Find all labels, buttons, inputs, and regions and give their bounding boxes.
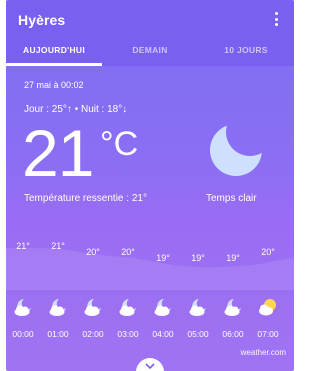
- hour-temperature: 20°: [261, 247, 275, 257]
- weather-card: Hyères AUJOURD'HUI DEMAIN 10 JOURS 27 ma…: [6, 0, 294, 371]
- hour-temperature: 21°: [16, 241, 30, 251]
- hour-time: 07:00: [257, 329, 279, 339]
- moon-cloud-icon: [84, 299, 101, 316]
- moon-cloud-icon: [189, 299, 206, 316]
- hour-time: 01:00: [47, 329, 69, 339]
- hour-time: 03:00: [117, 329, 139, 339]
- hour-time: 02:00: [82, 329, 104, 339]
- feels-like: Température ressentie : 21°: [24, 193, 147, 204]
- hour-time: 00:00: [12, 329, 34, 339]
- hour-temperature: 21°: [51, 241, 65, 251]
- sun-cloud-icon: [259, 299, 276, 316]
- moon-cloud-icon: [119, 299, 136, 316]
- hour-temperature: 19°: [191, 253, 205, 263]
- hour-temperature: 19°: [226, 253, 240, 263]
- temperature-curve: [6, 248, 294, 290]
- tab-bar: AUJOURD'HUI DEMAIN 10 JOURS: [6, 38, 294, 66]
- hour-temperature: 19°: [156, 253, 170, 263]
- condition-label: Temps clair: [206, 193, 257, 204]
- temperature-unit: °C: [100, 125, 139, 163]
- moon-icon: [210, 124, 262, 176]
- tab-today[interactable]: AUJOURD'HUI: [6, 38, 102, 66]
- chevron-down-icon: [145, 363, 155, 369]
- app-bar: Hyères AUJOURD'HUI DEMAIN 10 JOURS: [6, 0, 294, 66]
- moon-cloud-icon: [224, 299, 241, 316]
- moon-cloud-icon: [49, 299, 66, 316]
- moon-cloud-icon: [154, 299, 171, 316]
- current-temperature: 21: [22, 116, 94, 190]
- expand-button[interactable]: [136, 358, 164, 371]
- day-night-temperatures: Jour : 25°↑ • Nuit : 18°↓: [24, 104, 128, 115]
- hour-time: 04:00: [152, 329, 174, 339]
- hourly-forecast[interactable]: 00:00 01:00 02:00 03:00 04:00 05:00 06:00 07:00: [6, 292, 294, 342]
- hour-temperature: 20°: [121, 247, 135, 257]
- current-datetime: 27 mai à 00:02: [24, 80, 84, 90]
- hour-time: 05:00: [187, 329, 209, 339]
- source-label[interactable]: weather.com: [241, 348, 286, 357]
- tab-tomorrow[interactable]: DEMAIN: [102, 38, 198, 66]
- more-options-icon[interactable]: [268, 9, 284, 29]
- location-title: Hyères: [18, 12, 66, 28]
- hour-temperature: 20°: [86, 247, 100, 257]
- moon-cloud-icon: [14, 299, 31, 316]
- tab-10-days[interactable]: 10 JOURS: [198, 38, 294, 66]
- hour-time: 06:00: [222, 329, 244, 339]
